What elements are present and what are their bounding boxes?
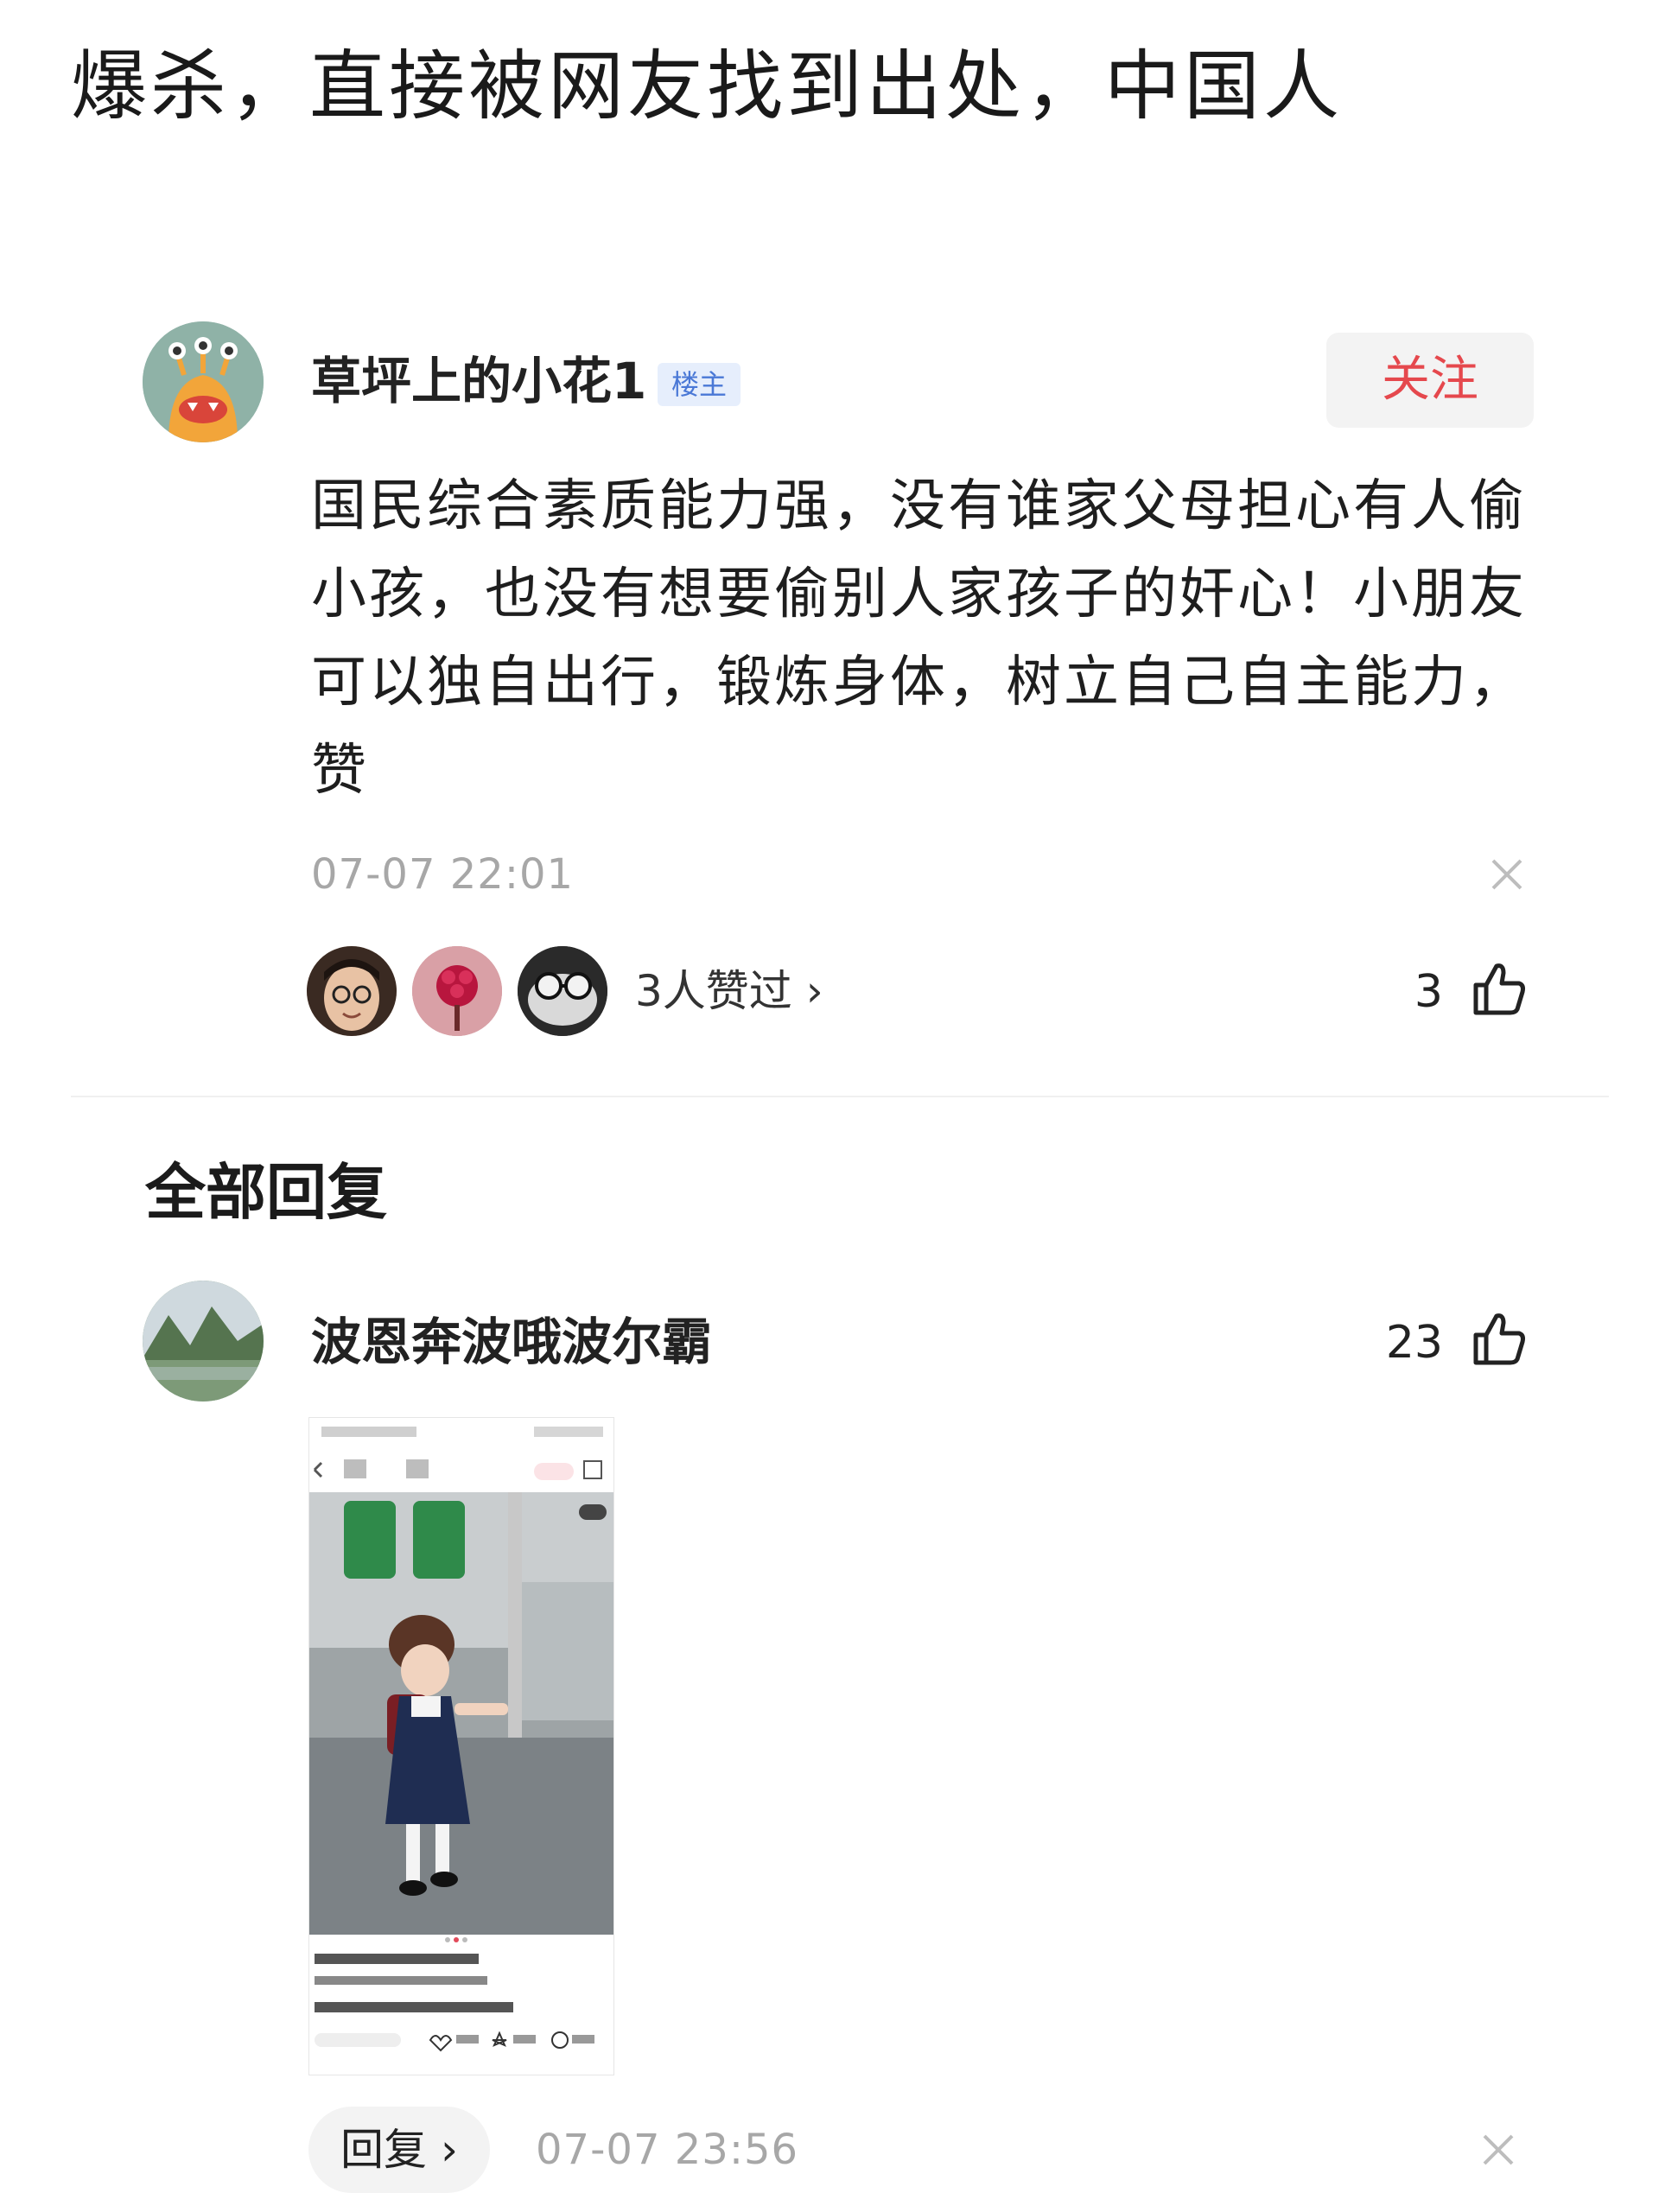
likers-summary[interactable]: 3人赞过 › <box>635 963 823 1019</box>
reply-like-count: 23 <box>1385 1317 1443 1369</box>
thumbs-up-icon[interactable] <box>1469 1309 1529 1370</box>
reply-avatar[interactable] <box>143 1281 264 1402</box>
section-divider <box>71 1096 1609 1097</box>
reply-timestamp: 07-07 23:56 <box>536 2126 799 2174</box>
liker-avatar[interactable] <box>412 946 502 1036</box>
reply-author-name[interactable]: 波恩奔波哦波尔霸 <box>311 1312 712 1372</box>
liker-avatar[interactable] <box>518 946 607 1036</box>
op-avatar[interactable] <box>143 321 264 442</box>
op-like-count: 3 <box>1414 966 1443 1018</box>
close-icon[interactable] <box>1479 2131 1517 2169</box>
liker-avatar[interactable] <box>307 946 397 1036</box>
all-replies-title: 全部回复 <box>145 1157 387 1228</box>
post-headline: 爆杀，直接被网友找到出处，中国人 <box>71 41 1344 130</box>
close-icon[interactable] <box>1488 855 1526 893</box>
op-author-name[interactable]: 草坪上的小花1 <box>311 351 646 411</box>
follow-button[interactable]: 关注 <box>1326 333 1534 428</box>
op-badge: 楼主 <box>658 363 741 406</box>
thumbs-up-icon[interactable] <box>1469 959 1529 1020</box>
landscape-avatar-image <box>143 1281 264 1402</box>
subway-child-photo <box>309 1418 613 2075</box>
reply-attached-image[interactable] <box>308 1417 614 2075</box>
op-post-body: 国民综合素质能力强，没有谁家父母担心有人偷小孩，也没有想要偷别人家孩子的奸心！小… <box>311 474 1527 803</box>
reply-button[interactable]: 回复 › <box>308 2107 490 2193</box>
monster-avatar-image <box>143 321 264 442</box>
op-timestamp: 07-07 22:01 <box>311 850 575 899</box>
